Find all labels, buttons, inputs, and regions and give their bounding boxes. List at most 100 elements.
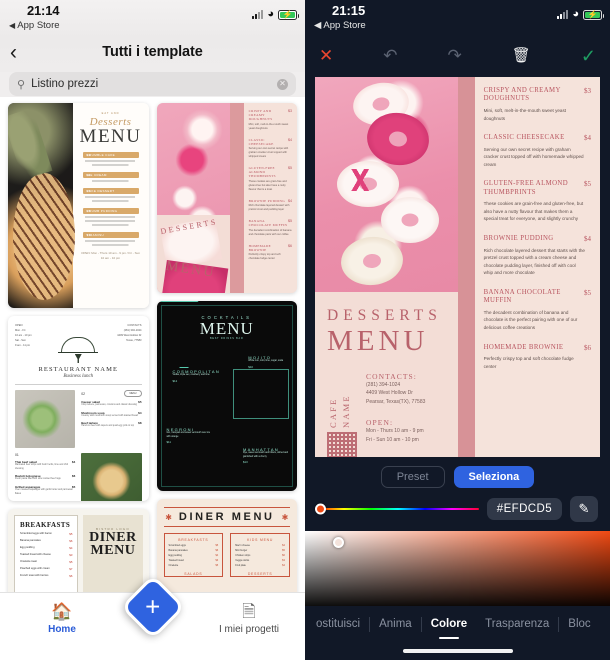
- template-card-restaurant[interactable]: OPEN: Mon - Fri 10 am - 10 pm Sat - Sun 9 am…: [8, 316, 149, 501]
- contact-line: 4409 West Hollow Dr: [366, 390, 413, 396]
- canvas-title-line2: MENU: [327, 324, 429, 357]
- seleziona-button[interactable]: Seleziona: [453, 466, 535, 488]
- check-icon[interactable]: ✓: [581, 47, 596, 65]
- template-card-diner-menu[interactable]: ✱ DINER MENU ✱ BREAKFASTS Scrambled eggs…: [156, 499, 297, 604]
- preset-button[interactable]: Preset: [380, 466, 445, 488]
- pie-photo: [8, 103, 75, 308]
- contact-line: Pearsar, Texas(TX), 77583: [366, 398, 426, 405]
- sv-panel-handle[interactable]: [333, 537, 344, 548]
- canvas-cafe-name: CAFE NAME: [328, 393, 351, 428]
- menu-item-price: $3: [584, 87, 591, 95]
- battery-charging-icon: ⚡: [278, 9, 299, 20]
- qr-code-block: [327, 431, 357, 457]
- donut-item-list: CRISPY AND CREAMY DOUGHNUTS $3 Mini, soft,…: [243, 103, 297, 293]
- restaurant-top-section: 02 MENU Caesar salad $5 Crisp lettuce, parm…: [15, 390, 142, 448]
- donut-shape: [338, 233, 406, 289]
- mode-buttons: Preset Seleziona: [305, 466, 610, 488]
- menu-item: CLASSIC CHEESECAKE $4 Serving our own sec…: [484, 134, 591, 168]
- menu-row: Mushroom soup $4 Creamy wild mushroom soup…: [81, 410, 142, 417]
- tab-anima[interactable]: Anima: [370, 618, 421, 630]
- cocktail-box: [233, 369, 289, 419]
- eyedropper-icon[interactable]: ✎: [570, 496, 598, 522]
- menu-item: CRISPY AND CREAMY DOUGHNUTS $3 Mini, soft…: [484, 87, 591, 122]
- undo-icon[interactable]: ↶: [383, 47, 397, 64]
- donut-title-block: DESSERTS MENU CAFE NAME CONTACTS: (281) …: [156, 215, 230, 293]
- saturation-value-panel[interactable]: [305, 531, 610, 606]
- template-card-breakfasts[interactable]: BREAKFASTS Scrambled eggs with bacon $5 B…: [8, 509, 149, 599]
- tab-sostituisci[interactable]: ostituisci: [307, 618, 369, 630]
- diner-desserts-heading: DESSERTS: [247, 572, 273, 576]
- donuts-hero-photo[interactable]: [315, 77, 458, 292]
- pie-menu-body: EAT AND Desserts MENU CRUMBLE CAKE $3 ICE…: [72, 103, 149, 308]
- menu-item-price: $4: [584, 235, 591, 244]
- pie-item-row: CAKE DESSERT $5: [82, 188, 139, 194]
- restaurant-right-items: 02 MENU Caesar salad $5 Crisp lettuce, parm…: [81, 390, 142, 448]
- close-x-icon[interactable]: ✕: [319, 47, 333, 64]
- hue-slider[interactable]: [315, 503, 479, 515]
- open-line: Fri - Sun 10 am - 10 pm: [366, 436, 419, 443]
- pie-item-row: TIRAMISU $6: [82, 232, 139, 238]
- menu-item-name: BANANA CHOCOLATE MUFFIN: [483, 288, 561, 305]
- template-card-cocktails[interactable]: COCKTAILS MENU BEST DRINKS BAR COSMOPOLI…: [156, 301, 297, 491]
- redo-icon[interactable]: ↷: [448, 47, 462, 64]
- restaurant-subtitle: Business lunch: [63, 374, 94, 379]
- status-back-to-app[interactable]: ◀ App Store: [9, 20, 60, 31]
- hue-slider-handle[interactable]: [315, 503, 326, 515]
- donut-item: CRISPY AND CREAMY DOUGHNUTS $3 Mini, soft,…: [248, 109, 292, 130]
- folder-edit-icon: 🗎: [242, 602, 256, 621]
- diner-menu-title: DINER MENU: [178, 511, 275, 523]
- status-back-app-label: App Store: [17, 20, 60, 31]
- template-columns: EAT AND Desserts MENU CRUMBLE CAKE $3 ICE…: [8, 103, 297, 604]
- tab-home[interactable]: 🏠 Home: [22, 603, 102, 635]
- tab-my-projects[interactable]: 🗎 I miei progetti: [209, 603, 289, 635]
- left-nav-bar: ‹ Tutti i template: [0, 38, 305, 72]
- cellular-signal-icon: [252, 10, 264, 19]
- menu-item-price: $6: [584, 343, 591, 352]
- diner-title-band: ✱ DINER MENU ✱: [163, 507, 290, 527]
- trash-icon[interactable]: 🗑: [512, 48, 531, 63]
- star-left-icon: ✱: [165, 512, 172, 522]
- menu-item-desc: Serving our own secret recipe with graha…: [483, 146, 584, 167]
- template-column-left: EAT AND Desserts MENU CRUMBLE CAKE $3 ICE…: [8, 103, 149, 604]
- cocktail-item: MOJITO White rum, mint, lime, sugar, soda…: [248, 355, 283, 369]
- donut-item: HOMEMADE BROWNIE $6 Perfectly crispy top a…: [248, 243, 292, 261]
- breakfast-row: Banana pancakes $6: [20, 539, 73, 543]
- template-grid[interactable]: EAT AND Desserts MENU CRUMBLE CAKE $3 ICE…: [0, 97, 305, 660]
- menu-item-price: $5: [584, 180, 591, 189]
- hex-value-field[interactable]: #EFDCD5: [486, 498, 562, 520]
- menu-item-name: BROWNIE PUDDING: [483, 235, 554, 243]
- menu-item-name: HOMEMADE BROWNIE: [483, 343, 564, 351]
- cellular-signal-icon: [557, 10, 569, 19]
- breakfast-row: Omelette toast $5: [20, 560, 73, 564]
- search-input[interactable]: ⚲ Listino prezzi ✕: [9, 72, 296, 96]
- diner-column-kids: KIDS MENU Mac'n cheese $4 Mini burger $5 C…: [230, 533, 290, 577]
- salad-photo: [15, 390, 76, 448]
- section-number: 02: [81, 391, 86, 396]
- right-status-bar: 21:15 ◀ App Store ◕ ⚡: [305, 0, 610, 38]
- canvas-vertical-divider: [457, 77, 475, 457]
- tab-trasparenza[interactable]: Trasparenza: [476, 618, 558, 630]
- tab-blocca[interactable]: Bloc: [559, 618, 599, 630]
- contact-line: (281) 394-1024: [366, 381, 401, 388]
- donut-shape: [337, 161, 399, 207]
- clear-icon[interactable]: ✕: [277, 78, 288, 90]
- breakfast-row: Toasted bread with cheese $3: [20, 553, 73, 557]
- breakfasts-heading: BREAKFASTS: [20, 521, 71, 529]
- canvas-title-block[interactable]: DESSERTS MENU: [315, 292, 458, 356]
- donut-title-line2: MENU: [159, 259, 228, 293]
- breakfast-row: Egg pudding $4: [20, 546, 73, 550]
- canvas-left-column: DESSERTS MENU CAFE NAME CONTACTS: (281) …: [315, 77, 458, 457]
- diner-title-line1: DINER: [89, 530, 137, 545]
- tab-colore[interactable]: Colore: [422, 618, 476, 630]
- template-card-donut-menu[interactable]: CRISPY AND CREAMY DOUGHNUTS $3 Mini, soft,…: [156, 103, 297, 293]
- canvas-menu-list[interactable]: CRISPY AND CREAMY DOUGHNUTS $3 Mini, soft…: [474, 77, 600, 457]
- template-card-desserts-pie[interactable]: EAT AND Desserts MENU CRUMBLE CAKE $3 ICE…: [8, 103, 149, 308]
- menu-item-name: CLASSIC CHEESECAKE: [483, 134, 565, 142]
- left-phone-screen: 21:14 ◀ App Store ◕ ⚡ ‹ Tutti i template…: [0, 0, 305, 660]
- breakfasts-panel: BREAKFASTS Scrambled eggs with bacon $5 B…: [14, 515, 79, 593]
- menu-item-desc: Mini, soft, melt-in-the-mouth sweet yeas…: [483, 107, 567, 121]
- design-canvas[interactable]: DESSERTS MENU CAFE NAME CONTACTS: (281) …: [315, 77, 600, 457]
- diner-salads-heading: SALADS: [184, 572, 203, 576]
- status-back-to-app[interactable]: ◀ App Store: [314, 20, 366, 31]
- pie-footer: OPEN: Mon - Thurs 10 am - 9 pm / Fri - S…: [81, 251, 140, 261]
